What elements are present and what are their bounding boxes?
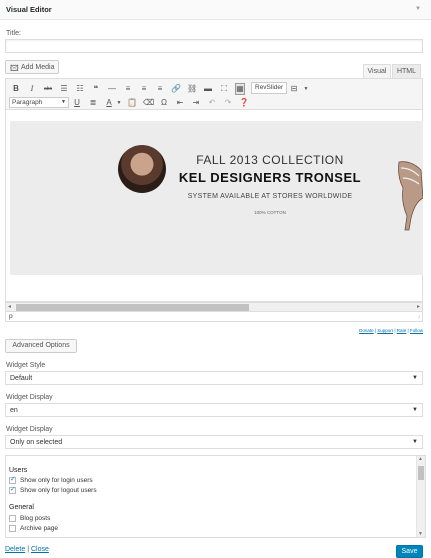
login-users-checkbox[interactable] (9, 475, 16, 484)
widget-style-select[interactable]: Default ▼ (5, 371, 423, 385)
blog-posts-checkbox[interactable] (9, 515, 16, 522)
logout-users-label: Show only for logout users (20, 487, 97, 494)
text-color-dropdown-icon[interactable]: ▼ (114, 98, 124, 108)
format-select-value: Paragraph (12, 99, 43, 106)
donate-link[interactable]: Donate (359, 328, 374, 333)
widget-display-select[interactable]: Only on selected ▼ (5, 435, 423, 449)
widget-display-value: Only on selected (10, 439, 63, 446)
chevron-down-icon: ▼ (412, 407, 418, 413)
widget-header[interactable]: Visual Editor ▼ (0, 0, 431, 20)
toolbar-toggle-icon[interactable]: ▦ (235, 83, 245, 95)
special-char-icon[interactable]: Ω (159, 98, 169, 108)
italic-icon[interactable]: I (27, 84, 37, 94)
shortcode-dropdown-icon[interactable]: ▼ (301, 84, 311, 94)
widget-display-lang-select[interactable]: en ▼ (5, 403, 423, 417)
banner-title: KEL DESIGNERS TRONSEL (178, 170, 362, 185)
widget-style-label: Widget Style (6, 362, 46, 369)
blog-posts-label: Blog posts (20, 515, 51, 522)
clear-format-icon[interactable]: ⌫ (143, 98, 154, 108)
archive-page-checkbox[interactable] (9, 525, 16, 532)
text-color-icon[interactable]: A (104, 98, 114, 108)
close-link[interactable]: Close (31, 546, 49, 553)
scrollbar-thumb[interactable] (16, 304, 249, 311)
undo-icon[interactable]: ↶ (207, 98, 217, 108)
editor-status-bar: p ⌟ (5, 312, 423, 322)
paste-text-icon[interactable]: 📋 (127, 98, 137, 108)
shortcode-icon[interactable]: ⊟ (289, 84, 299, 94)
save-button[interactable]: Save (396, 545, 423, 558)
support-link[interactable]: Support (377, 328, 393, 333)
banner-note: 100% COTTON (254, 210, 286, 215)
fullscreen-icon[interactable]: ⛶ (219, 84, 229, 94)
media-icon: 🖾 (10, 64, 19, 73)
follow-link[interactable]: Follow (410, 328, 423, 333)
add-media-label: Add Media (21, 64, 55, 71)
widget-display-label: Widget Display (6, 426, 53, 433)
numbered-list-icon[interactable]: ☷ (75, 84, 85, 94)
outdent-icon[interactable]: ⇤ (175, 98, 185, 108)
banner-subtitle: SYSTEM AVAILABLE AT STORES WORLDWIDE (187, 193, 353, 200)
editor-toolbar: B I abc ☰ ☷ ❝ — ≡ ≡ ≡ 🔗 ⛓ ▬ ⛶ ▦ RevSlide… (5, 78, 423, 110)
indent-icon[interactable]: ⇥ (191, 98, 201, 108)
title-input[interactable] (5, 39, 423, 53)
widget-style-value: Default (10, 375, 33, 382)
redo-icon[interactable]: ↷ (223, 98, 233, 108)
align-center-icon[interactable]: ≡ (139, 84, 149, 94)
align-left-icon[interactable]: ≡ (123, 84, 133, 94)
general-group-heading: General (9, 504, 34, 511)
widget-display-lang-value: en (10, 407, 18, 414)
scroll-left-icon[interactable]: ◂ (8, 303, 11, 310)
tab-visual[interactable]: Visual (363, 64, 391, 78)
revslider-button[interactable]: RevSlider (251, 82, 288, 94)
shoe-image (398, 161, 423, 231)
element-path: p (9, 313, 13, 320)
title-label: Title: (6, 30, 21, 37)
users-group-heading: Users (9, 467, 28, 474)
read-more-icon[interactable]: ▬ (203, 84, 213, 94)
login-users-label: Show only for login users (20, 477, 93, 484)
tab-html[interactable]: HTML (392, 64, 421, 78)
logout-users-checkbox[interactable] (9, 485, 16, 494)
widget-title: Visual Editor (6, 5, 52, 14)
strikethrough-icon[interactable]: abc (43, 84, 53, 94)
underline-icon[interactable]: U (72, 98, 82, 108)
scroll-right-icon[interactable]: ▸ (417, 303, 420, 310)
blockquote-icon[interactable]: ❝ (91, 84, 101, 94)
visibility-listbox[interactable]: Users Show only for login users Show onl… (5, 455, 426, 538)
archive-page-label: Archive page (20, 525, 58, 532)
format-select[interactable]: Paragraph ▼ (9, 97, 69, 108)
bullet-list-icon[interactable]: ☰ (59, 84, 69, 94)
delete-link[interactable]: Delete (5, 546, 25, 553)
help-icon[interactable]: ❓ (239, 98, 249, 108)
widget-footer-links: Delete | Close (5, 546, 49, 553)
chevron-down-icon: ▼ (412, 439, 418, 445)
editor-horizontal-scrollbar[interactable]: ◂ ▸ (5, 302, 423, 312)
horizontal-line-icon[interactable]: — (107, 84, 117, 94)
collapse-arrow-icon[interactable]: ▼ (415, 6, 421, 12)
add-media-button[interactable]: 🖾 Add Media (5, 60, 59, 74)
resize-handle-icon[interactable]: ⌟ (418, 313, 420, 319)
widget-display-lang-label: Widget Display (6, 394, 53, 401)
align-right-icon[interactable]: ≡ (155, 84, 165, 94)
unlink-icon[interactable]: ⛓ (187, 84, 197, 94)
scroll-up-icon[interactable]: ▲ (418, 456, 423, 462)
plugin-links: Donate | Support | Rate | Follow (359, 328, 423, 333)
rate-link[interactable]: Rate (397, 328, 407, 333)
bold-icon[interactable]: B (11, 84, 21, 94)
listbox-scrollbar[interactable]: ▲ ▼ (416, 456, 425, 537)
listbox-scrollbar-thumb[interactable] (418, 466, 424, 480)
link-icon[interactable]: 🔗 (171, 84, 181, 94)
advanced-options-button[interactable]: Advanced Options (5, 339, 77, 353)
banner-heading: FALL 2013 COLLECTION (196, 153, 344, 167)
chevron-down-icon: ▼ (412, 375, 418, 381)
chevron-down-icon: ▼ (61, 99, 66, 105)
scroll-down-icon[interactable]: ▼ (418, 531, 423, 537)
justify-icon[interactable]: ≣ (88, 98, 98, 108)
